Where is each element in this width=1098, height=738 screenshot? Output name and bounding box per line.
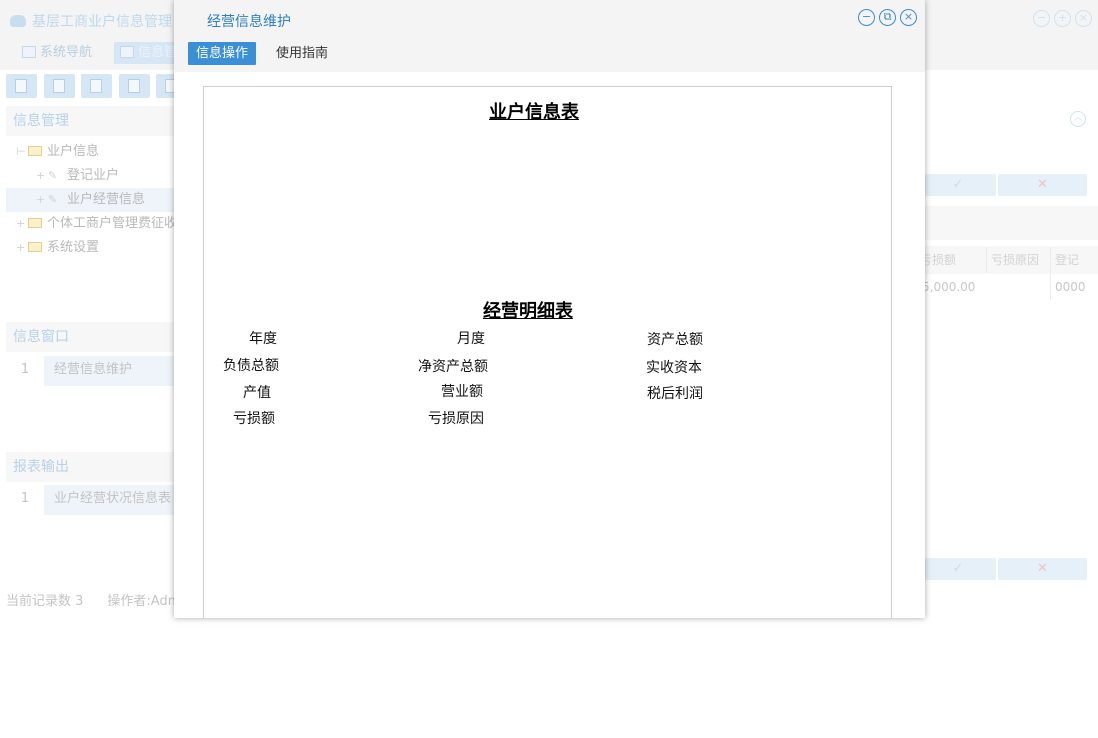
search-icon	[15, 79, 27, 93]
app-minimize-icon[interactable]: −	[1033, 10, 1050, 27]
field-label-output-value: 产值	[243, 385, 271, 401]
list-item[interactable]: 1 业户经营状况信息表	[6, 485, 176, 515]
field-label-net-assets: 净资产总额	[418, 359, 488, 375]
grid-cell[interactable]: 0000	[1050, 274, 1098, 300]
field-label-net-profit: 税后利润	[647, 386, 703, 402]
report-title-operation-detail: 经营明细表	[483, 301, 573, 322]
tab-system-navigation[interactable]: 系统导航	[16, 42, 100, 64]
grid-header-register[interactable]: 登记	[1050, 247, 1098, 273]
list-item[interactable]: 1 经营信息维护	[6, 356, 176, 386]
panel-header-report-output[interactable]: 报表输出	[6, 452, 176, 482]
cancel-button[interactable]: ✕	[998, 558, 1087, 580]
export-button[interactable]	[156, 74, 177, 98]
tree-node-label: 业户经营信息	[67, 192, 146, 207]
tab-label: 系统导航	[40, 45, 93, 60]
panel-header-info-management[interactable]: 信息管理	[6, 106, 176, 136]
list-icon	[53, 79, 65, 93]
report-title-business-info: 业户信息表	[489, 102, 579, 123]
tree-branch-icon: +	[36, 169, 46, 182]
tree-node-operation-info[interactable]: + ✎ 业户经营信息	[6, 188, 176, 212]
search-button[interactable]	[6, 74, 37, 98]
dialog-titlebar: 经营信息维护 − ⧉ ×	[174, 0, 925, 38]
operator-name: 操作者:Adm	[107, 594, 181, 609]
page-background	[0, 618, 1098, 738]
grid-icon	[120, 46, 134, 58]
document-icon	[90, 79, 102, 93]
tools-icon: ✎	[48, 193, 58, 206]
folder-icon	[28, 146, 42, 156]
tree-node-label: 个体工商户管理费征收	[47, 216, 178, 231]
minimize-icon[interactable]: −	[858, 9, 875, 26]
collapse-icon[interactable]: ︿	[1070, 111, 1086, 127]
field-label-turnover: 营业额	[441, 384, 483, 400]
row-label: 经营信息维护	[44, 356, 176, 386]
close-icon[interactable]: ×	[900, 9, 917, 26]
row-number: 1	[20, 491, 30, 506]
tree-node-fee-collection[interactable]: + 个体工商户管理费征收	[6, 212, 178, 236]
dialog-window-controls: − ⧉ ×	[858, 9, 917, 26]
tree-branch-icon: ⊢	[16, 145, 26, 158]
folder-icon	[28, 218, 42, 228]
tree-node-business-info[interactable]: ⊢ 业户信息	[6, 140, 176, 164]
list-button[interactable]	[44, 74, 75, 98]
tree-node-register[interactable]: + ✎ 登记业户	[6, 164, 176, 188]
tree-branch-icon: +	[36, 193, 46, 206]
document-button[interactable]	[81, 74, 112, 98]
operation-info-dialog: 经营信息维护 − ⧉ × 信息操作 使用指南 业户信息表 经营明细表 年度 月度…	[174, 0, 925, 618]
tree-node-label: 系统设置	[47, 240, 100, 255]
confirm-button[interactable]: ✓	[920, 174, 996, 196]
tab-label: 信息管	[138, 45, 178, 60]
navigation-tree: ⊢ 业户信息 + ✎ 登记业户 + ✎ 业户经营信息 + 个体工商户管理费征收 + 系统设置	[6, 140, 178, 260]
app-title: 基层工商业户信息管理	[10, 11, 172, 31]
report-sheet: 业户信息表 经营明细表 年度 月度 资产总额 负债总额 净资产总额 实收资本 产…	[203, 86, 892, 618]
row-number: 1	[20, 362, 30, 377]
app-close-icon[interactable]: ×	[1075, 10, 1092, 27]
users-button[interactable]	[119, 74, 150, 98]
field-label-loss-reason: 亏损原因	[428, 411, 484, 427]
tools-icon: ✎	[48, 169, 58, 182]
dialog-title: 经营信息维护	[207, 14, 291, 30]
field-label-total-assets: 资产总额	[647, 332, 703, 348]
tree-branch-icon: +	[16, 217, 26, 230]
grid-toolbar	[920, 206, 1098, 240]
monitor-icon	[22, 46, 36, 58]
tree-node-system-settings[interactable]: + 系统设置	[6, 236, 176, 260]
field-label-total-liabilities: 负债总额	[223, 358, 279, 374]
tab-user-guide[interactable]: 使用指南	[268, 42, 336, 65]
grid-cell[interactable]: 5,000.00	[922, 274, 982, 300]
folder-icon	[28, 242, 42, 252]
field-label-paid-in-capital: 实收资本	[646, 360, 702, 376]
tree-node-label: 业户信息	[47, 144, 100, 159]
grid-header-loss-reason[interactable]: 亏损原因	[986, 247, 1046, 273]
cancel-button[interactable]: ✕	[998, 174, 1087, 196]
app-window-controls: − + ×	[1033, 10, 1092, 27]
panel-header-info-window[interactable]: 信息窗口	[6, 322, 176, 352]
confirm-button[interactable]: ✓	[920, 558, 996, 580]
record-count: 当前记录数 3	[6, 594, 84, 609]
app-logo-icon	[10, 15, 26, 27]
users-icon	[128, 79, 140, 93]
app-title-text: 基层工商业户信息管理	[32, 14, 172, 30]
field-label-month: 月度	[457, 331, 485, 347]
tree-node-label: 登记业户	[67, 168, 120, 183]
app-maximize-icon[interactable]: +	[1054, 10, 1071, 27]
field-label-year: 年度	[249, 331, 277, 347]
dialog-tabbar: 信息操作 使用指南	[174, 38, 925, 72]
restore-icon[interactable]: ⧉	[879, 9, 896, 26]
tree-branch-icon: +	[16, 241, 26, 254]
field-label-loss-amount: 亏损额	[233, 411, 275, 427]
grid-header-loss-amount[interactable]: 亏损额	[920, 247, 980, 273]
tab-info-operation[interactable]: 信息操作	[188, 42, 257, 65]
row-label: 业户经营状况信息表	[44, 485, 176, 515]
